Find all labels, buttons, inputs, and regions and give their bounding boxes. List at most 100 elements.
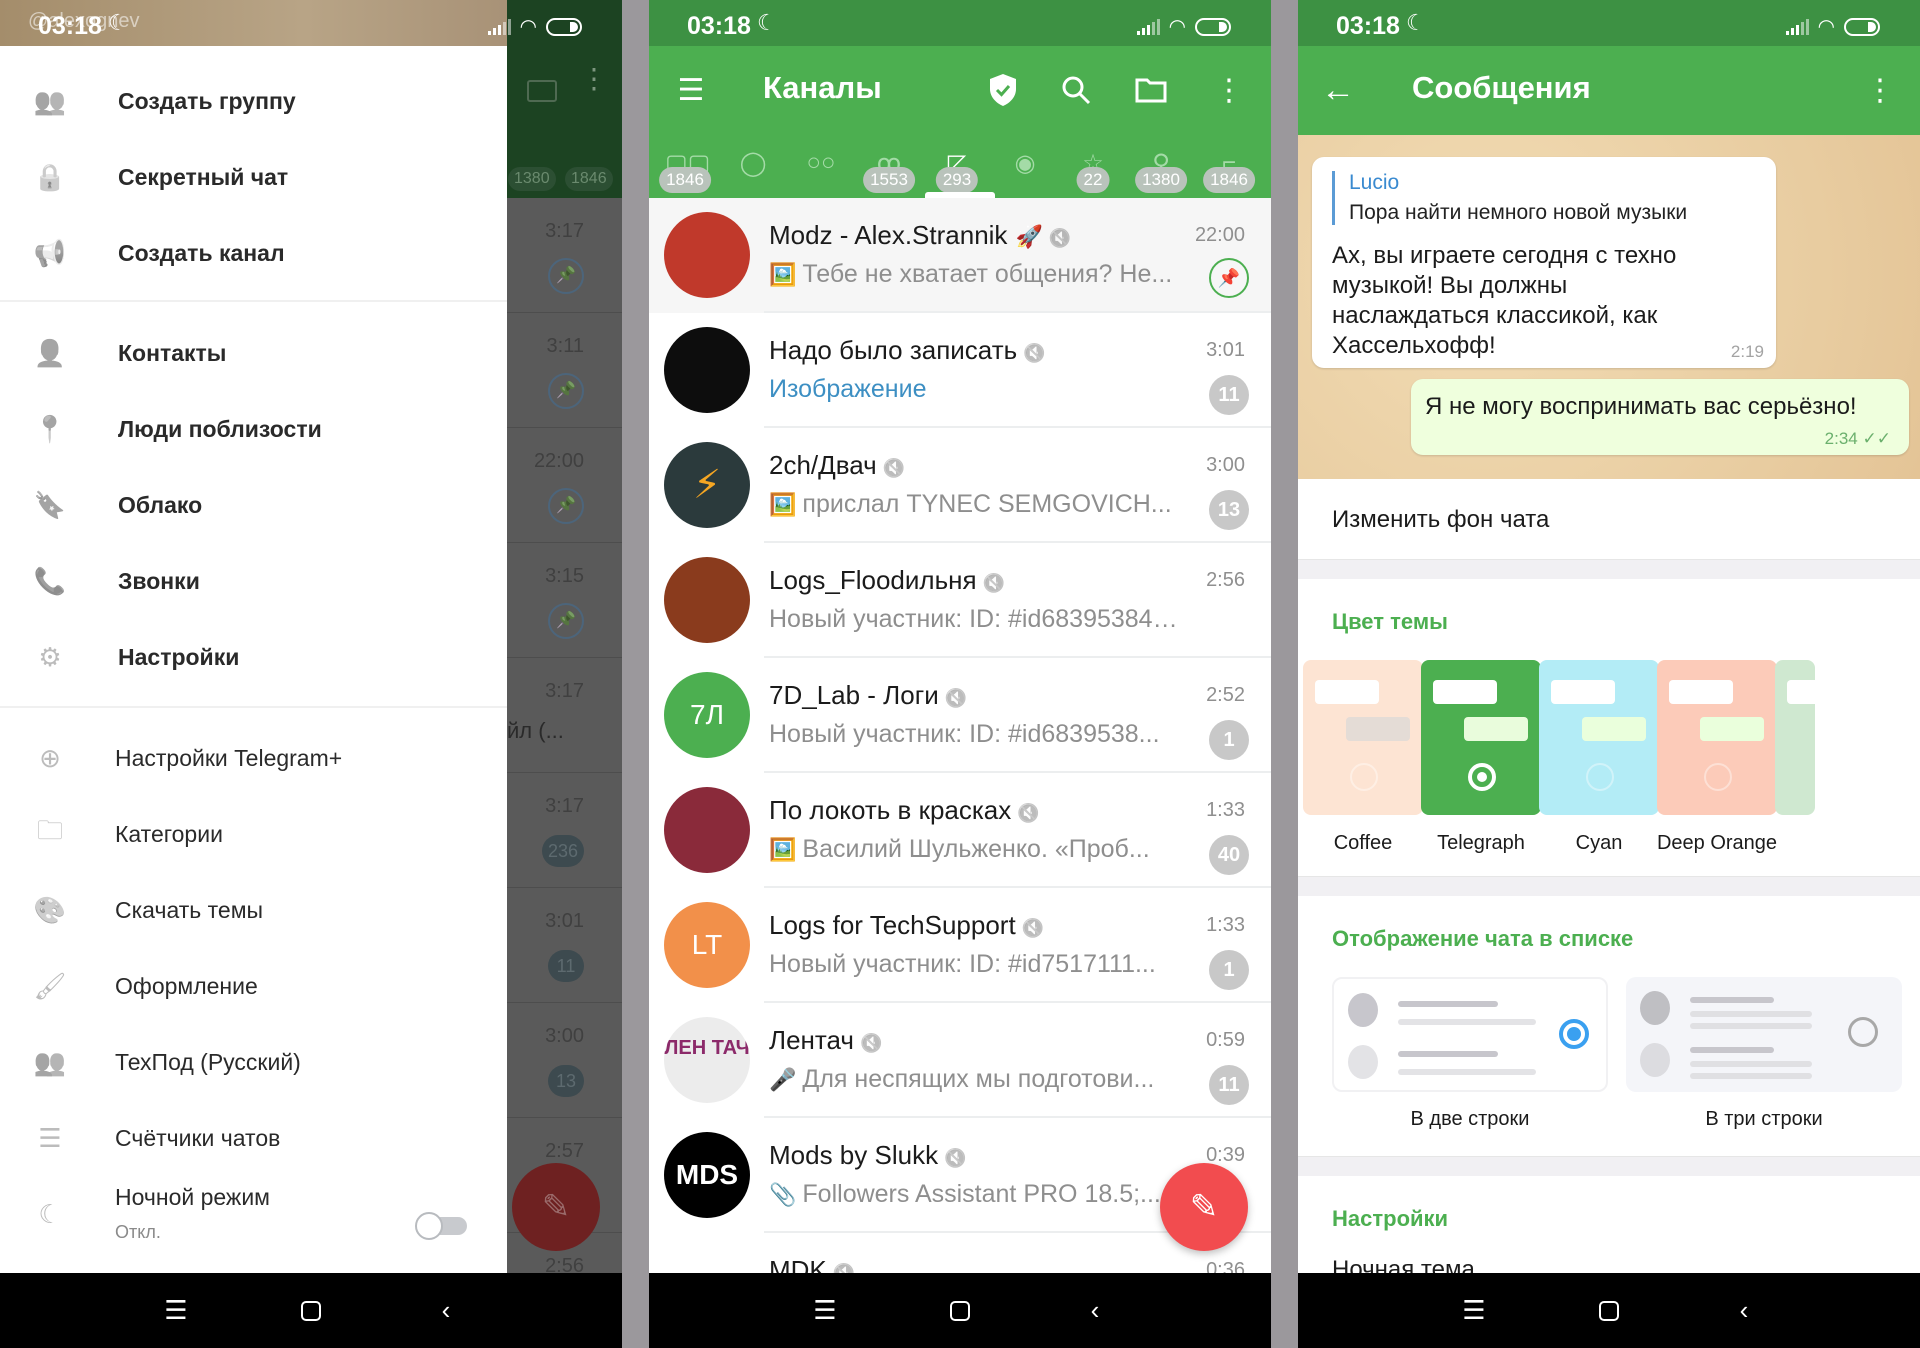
chat-time: 3:17 bbox=[545, 795, 584, 817]
drawer-item[interactable]: 📞 Звонки bbox=[0, 543, 507, 619]
more-options-icon[interactable]: ⋮ bbox=[1207, 68, 1251, 112]
change-background-row[interactable]: Изменить фон чата bbox=[1298, 479, 1920, 559]
search-icon[interactable] bbox=[1054, 68, 1098, 112]
drawer-item[interactable]: 👥 Создать группу bbox=[0, 63, 507, 139]
dnd-moon-icon: ☾ bbox=[1406, 10, 1426, 35]
group-icon: 👥 bbox=[33, 85, 67, 116]
muted-icon: 🔇 bbox=[859, 1033, 883, 1053]
drawer-item[interactable]: 👤 Контакты bbox=[0, 315, 507, 391]
folder-tab[interactable]: ▢▢ 1846 bbox=[657, 135, 713, 198]
theme-card[interactable] bbox=[1657, 660, 1777, 815]
night-mode-toggle[interactable] bbox=[415, 1212, 467, 1240]
chat-name: Logs_Floodильня 🔇 bbox=[769, 565, 1005, 596]
drawer-item[interactable]: 🖌 Оформление bbox=[0, 948, 507, 1024]
drawer-item[interactable]: 🔒 Секретный чат bbox=[0, 139, 507, 215]
muted-icon: 🔇 bbox=[1048, 228, 1072, 248]
unread-badge: 11 bbox=[1209, 375, 1249, 415]
compose-fab[interactable]: ✎ bbox=[1160, 1163, 1248, 1251]
chat-name-text: По локоть в красках bbox=[769, 795, 1012, 825]
chat-avatar: ЛЕН ТАЧ bbox=[664, 1017, 750, 1103]
chat-name: Logs for TechSupport 🔇 bbox=[769, 910, 1044, 941]
folder-tab[interactable]: ⌐ 1846 bbox=[1201, 135, 1257, 198]
drawer-item-label: Секретный чат bbox=[118, 163, 289, 190]
drawer-item[interactable]: ⊕ Настройки Telegram+ bbox=[0, 720, 507, 796]
background-chat-row: 3:01 11 bbox=[507, 888, 622, 1003]
muted-icon: 🔇 bbox=[882, 458, 906, 478]
bubble-preview bbox=[1551, 680, 1615, 704]
folder-icon[interactable] bbox=[1129, 68, 1173, 112]
chat-time: 3:17 bbox=[545, 220, 584, 242]
layout-three-lines[interactable] bbox=[1626, 977, 1902, 1092]
hamburger-menu-icon[interactable]: ☰ bbox=[669, 68, 713, 112]
chat-time: 2:52 bbox=[1206, 684, 1245, 706]
battery-icon bbox=[546, 17, 582, 36]
signal-icon bbox=[1136, 18, 1160, 35]
section-title: Цвет темы bbox=[1332, 609, 1448, 634]
chat-row[interactable]: Modz - Alex.Strannik 🚀 🔇 22:00 🖼️ Тебе не хва… bbox=[649, 198, 1271, 313]
drawer-item[interactable]: 🎨 Скачать темы bbox=[0, 872, 507, 948]
chat-row[interactable]: LT Logs for TechSupport 🔇 1:33 Новый участни… bbox=[649, 888, 1271, 1003]
outgoing-message: Я не могу воспринимать вас серьёзно! 2:3… bbox=[1411, 379, 1909, 455]
chat-row[interactable]: 7Л 7D_Lab - Логи 🔇 2:52 Новый участник: ID: … bbox=[649, 658, 1271, 773]
drawer-item[interactable]: 🗀 Категории bbox=[0, 796, 507, 872]
menu-nav-button[interactable]: ☰ bbox=[1459, 1295, 1489, 1326]
drawer-item[interactable]: 📍 Люди поблизости bbox=[0, 391, 507, 467]
theme-card[interactable] bbox=[1539, 660, 1659, 815]
home-nav-button[interactable] bbox=[1599, 1300, 1619, 1321]
shield-check-icon[interactable] bbox=[981, 68, 1025, 112]
folder-tab[interactable]: ◯ bbox=[725, 135, 781, 198]
theme-card[interactable] bbox=[1303, 660, 1423, 815]
drawer-item-label: Создать группу bbox=[118, 87, 296, 114]
chat-row[interactable]: ЛЕН ТАЧ Лентач 🔇 0:59 🎤 Для неспящих мы подго… bbox=[649, 1003, 1271, 1118]
tab-badge: 1846 bbox=[659, 167, 711, 193]
status-time: 03:18 bbox=[687, 12, 751, 40]
chat-time: 3:15 bbox=[545, 565, 584, 587]
back-arrow-icon[interactable]: ← bbox=[1316, 68, 1360, 112]
menu-nav-button[interactable]: ☰ bbox=[810, 1295, 840, 1326]
section-title: Настройки bbox=[1332, 1206, 1449, 1231]
chat-avatar bbox=[664, 787, 750, 873]
folder-tab[interactable]: ⚲ 1380 bbox=[1133, 135, 1189, 198]
folder-tab[interactable]: ◸ 293 bbox=[929, 135, 985, 198]
chat-name-text: Лентач bbox=[769, 1025, 854, 1055]
navigation-drawer: @alexognev 👥 Создать группу 🔒 Секретный чат… bbox=[0, 0, 507, 1273]
drawer-item[interactable]: ⚙ Настройки bbox=[0, 619, 507, 695]
toolbar: ← Сообщения ⋮ bbox=[1298, 46, 1920, 135]
chat-name: Mods by Slukk 🔇 bbox=[769, 1140, 967, 1171]
home-nav-button[interactable] bbox=[950, 1300, 970, 1321]
chat-preview: 🖼️ прислал TYNEC SEMGOVICH... bbox=[769, 490, 1179, 519]
back-nav-button[interactable]: ‹ bbox=[431, 1295, 461, 1326]
drawer-item[interactable]: 📢 Создать канал bbox=[0, 215, 507, 291]
more-options-icon[interactable]: ⋮ bbox=[1858, 68, 1902, 112]
drawer-item[interactable]: 🔖 Облако bbox=[0, 467, 507, 543]
theme-card[interactable] bbox=[1775, 660, 1815, 815]
pin-icon: 📌 bbox=[548, 488, 584, 524]
back-nav-button[interactable]: ‹ bbox=[1729, 1295, 1759, 1326]
unread-badge: 236 bbox=[541, 835, 584, 867]
back-nav-button[interactable]: ‹ bbox=[1080, 1295, 1110, 1326]
media-icon: 🖼️ bbox=[769, 262, 797, 287]
home-nav-button[interactable] bbox=[301, 1300, 321, 1321]
layout-two-lines[interactable] bbox=[1332, 977, 1608, 1092]
chat-row[interactable]: По локоть в красках 🔇 1:33 🖼️ Василий Шульже… bbox=[649, 773, 1271, 888]
chat-row[interactable]: Надо было записать 🔇 3:01 Изображение 11 bbox=[649, 313, 1271, 428]
folder-tab[interactable]: ꝏ 1553 bbox=[861, 135, 917, 198]
chat-name-text: Logs for TechSupport bbox=[769, 910, 1016, 940]
drawer-item-sub: Откл. bbox=[115, 1222, 161, 1242]
drawer-item[interactable]: ☰ Счётчики чатов bbox=[0, 1100, 507, 1176]
chat-row[interactable]: ⚡ 2ch/Двач 🔇 3:00 🖼️ прислал TYNEC SEMGOVICH.… bbox=[649, 428, 1271, 543]
folder-tab[interactable]: ☆ 22 bbox=[1065, 135, 1121, 198]
menu-nav-button[interactable]: ☰ bbox=[161, 1295, 191, 1326]
divider bbox=[0, 300, 507, 302]
chat-row[interactable]: Logs_Floodильня 🔇 2:56 Новый участник: ID: … bbox=[649, 543, 1271, 658]
chat-avatar: LT bbox=[664, 902, 750, 988]
theme-card[interactable] bbox=[1421, 660, 1541, 815]
folder-tab[interactable]: ◉ bbox=[997, 135, 1053, 198]
status-bar: 03:18 ☾ ◠ bbox=[649, 0, 1271, 46]
background-chat-row: 3:17 йл (... bbox=[507, 658, 622, 773]
chat-time: 2:56 bbox=[1206, 569, 1245, 591]
radio-unselected bbox=[1704, 763, 1732, 791]
drawer-item[interactable]: 👥 ТехПод (Русский) bbox=[0, 1024, 507, 1100]
tab-badge: 1553 bbox=[863, 167, 915, 193]
folder-tab[interactable]: ○○ bbox=[793, 135, 849, 198]
